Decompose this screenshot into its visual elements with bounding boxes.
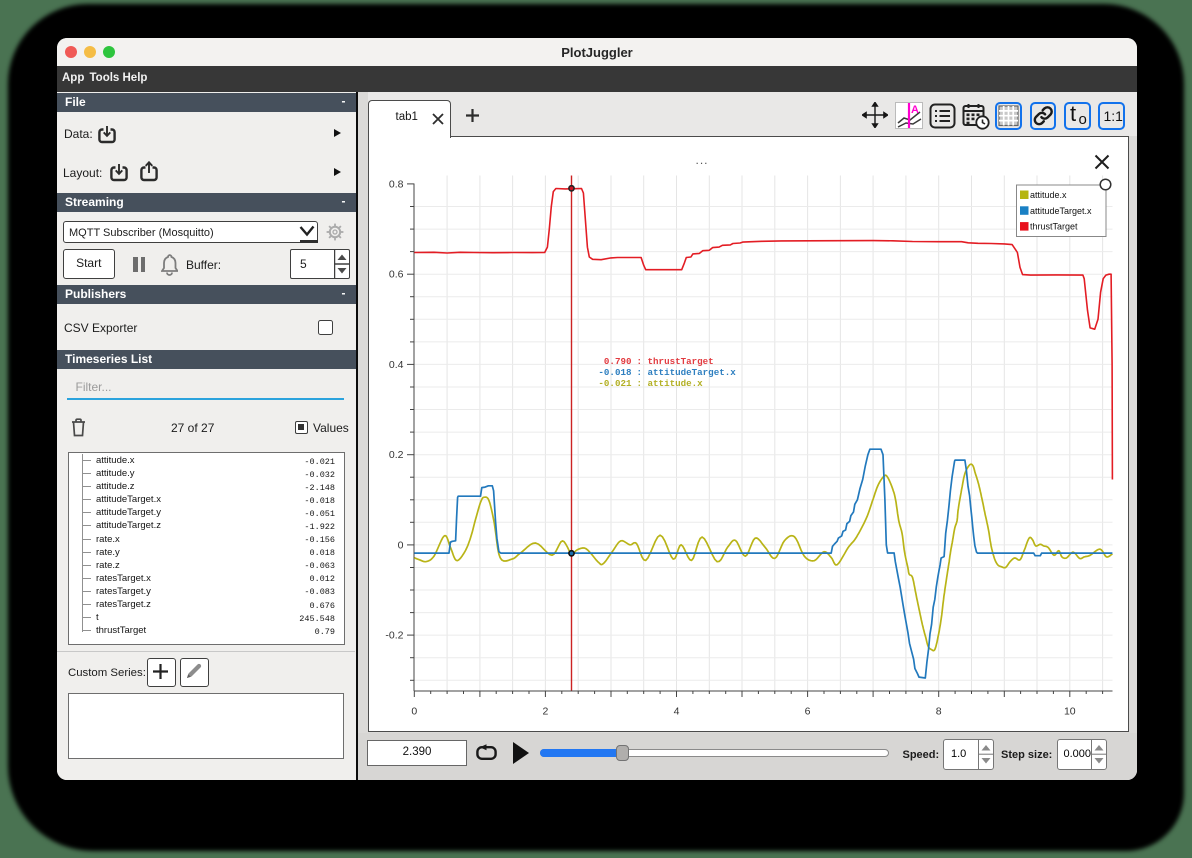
svg-text:6: 6 xyxy=(804,705,810,717)
svg-text:10: 10 xyxy=(1063,705,1075,717)
svg-text:: attitudeTarget.x: : attitudeTarget.x xyxy=(636,367,736,378)
svg-text:0: 0 xyxy=(397,539,403,551)
svg-text:4: 4 xyxy=(673,705,679,717)
svg-text:-0.2: -0.2 xyxy=(385,629,403,641)
svg-text:0.8: 0.8 xyxy=(388,178,403,190)
svg-text:0.4: 0.4 xyxy=(388,358,403,370)
svg-text:8: 8 xyxy=(935,705,941,717)
svg-text:0.790: 0.790 xyxy=(603,356,631,367)
svg-text:attitude.x: attitude.x xyxy=(1030,190,1067,200)
svg-text:: attitude.x: : attitude.x xyxy=(636,377,703,388)
svg-text:-0.021: -0.021 xyxy=(598,377,632,388)
svg-text:0: 0 xyxy=(411,705,417,717)
svg-text:attitudeTarget.x: attitudeTarget.x xyxy=(1030,205,1092,215)
svg-text:2: 2 xyxy=(542,705,548,717)
svg-text:0.2: 0.2 xyxy=(388,449,403,461)
svg-text:thrustTarget: thrustTarget xyxy=(1030,221,1078,231)
svg-text:A: A xyxy=(911,104,919,116)
svg-text:: thrustTarget: : thrustTarget xyxy=(636,356,713,367)
svg-text:0.6: 0.6 xyxy=(388,268,403,280)
svg-text:-0.018: -0.018 xyxy=(598,367,632,378)
